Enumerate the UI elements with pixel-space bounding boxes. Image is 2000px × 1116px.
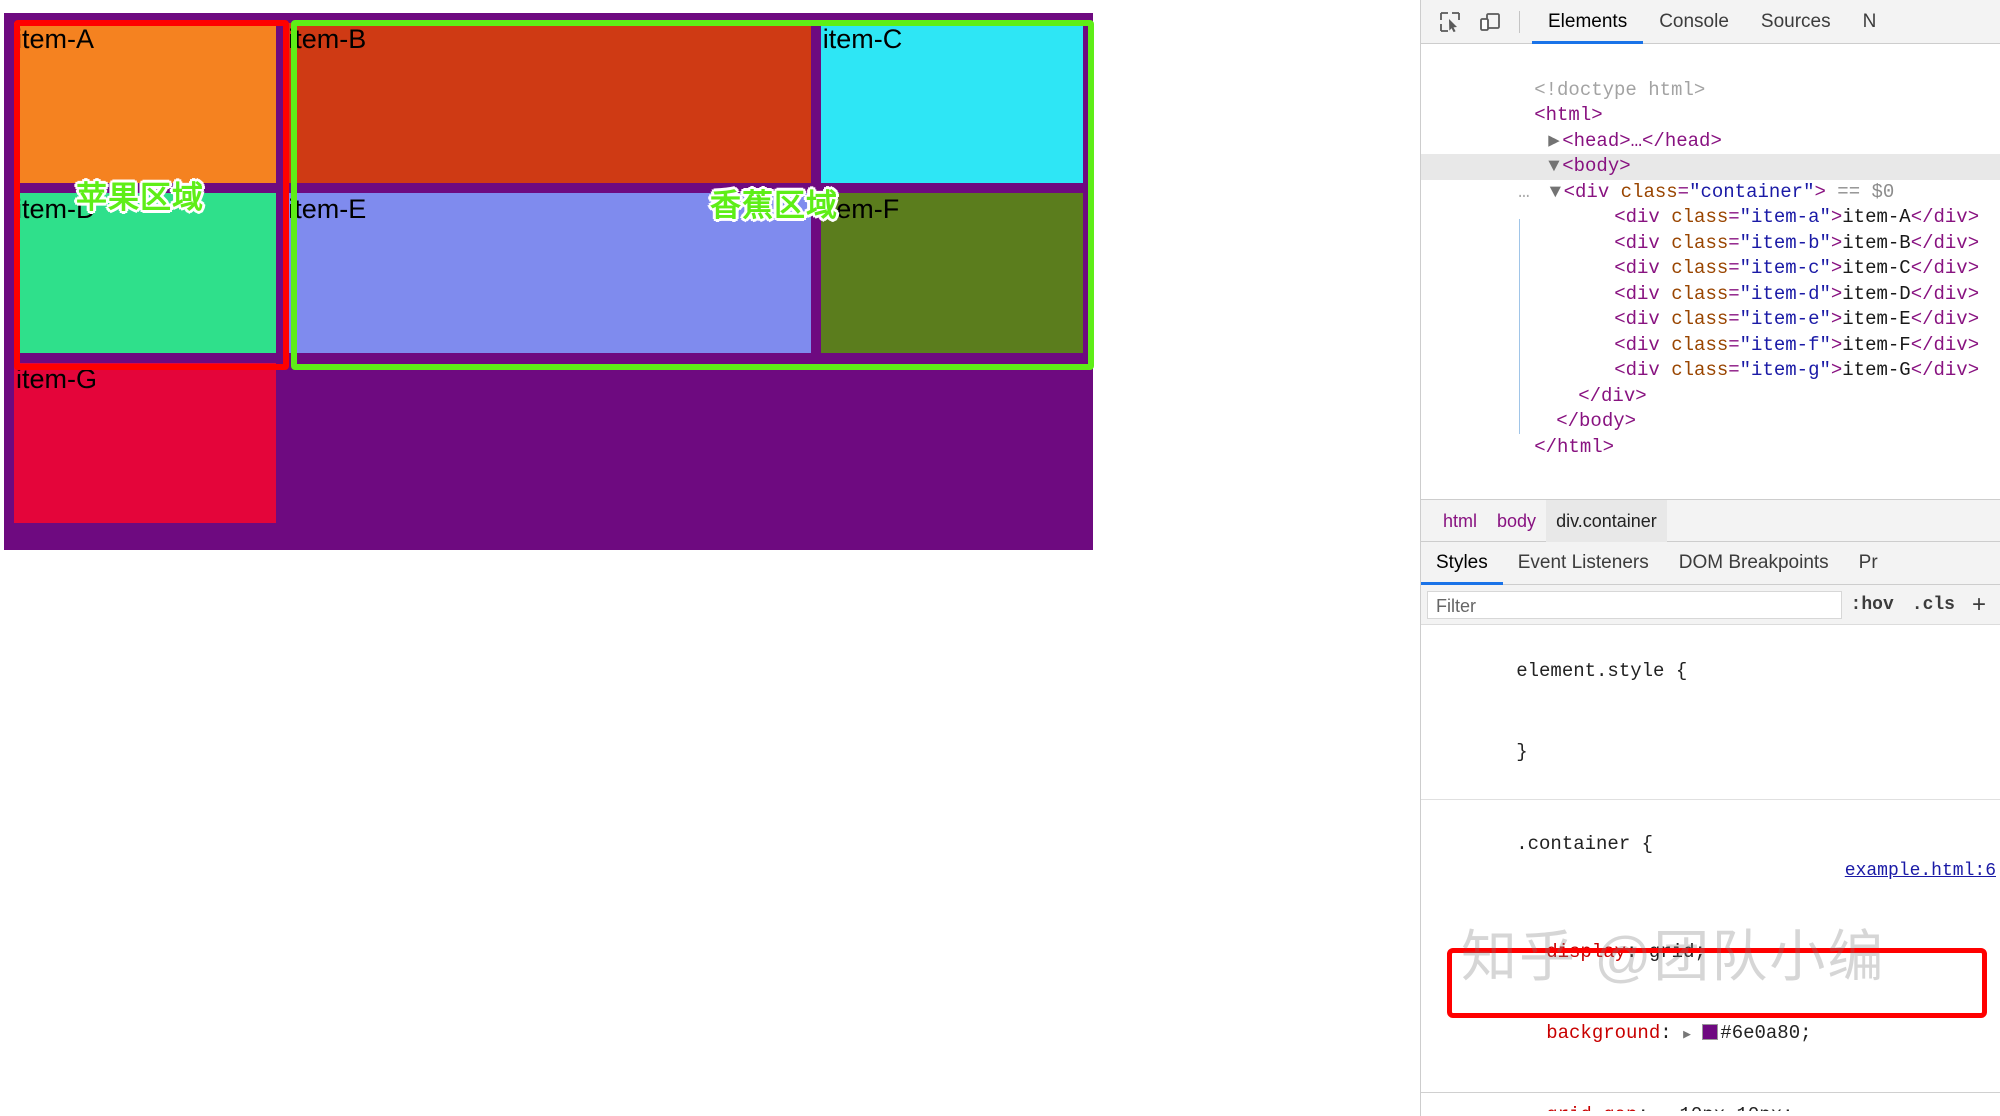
tab-console[interactable]: Console: [1643, 0, 1745, 44]
element-style-close: }: [1516, 741, 1528, 763]
decl-grid-gap[interactable]: grid-gap: ▶ 10px 10px;: [1421, 1075, 2000, 1111]
device-toolbar-icon[interactable]: [1473, 7, 1507, 37]
chevron-down-icon[interactable]: ▼: [1550, 180, 1564, 206]
styles-pane-bottom-divider: [1421, 1092, 2000, 1093]
breadcrumb-html[interactable]: html: [1433, 500, 1487, 542]
expand-triangle-icon[interactable]: ▶: [1660, 1109, 1668, 1111]
item-c-text: item-C: [1842, 257, 1911, 279]
container-close-tag: </div>: [1578, 384, 1647, 407]
breadcrumb-body[interactable]: body: [1487, 500, 1546, 542]
expand-triangle-icon[interactable]: ▶: [1683, 1027, 1691, 1042]
dom-overflow-ellipsis[interactable]: …: [1512, 181, 1529, 203]
devtools-toolbar: Elements Console Sources N: [1421, 0, 2000, 44]
grid-item-d[interactable]: item-D: [14, 193, 277, 353]
hov-toggle-button[interactable]: :hov: [1842, 595, 1903, 615]
styles-pane: element.style { } .container { example.h…: [1421, 625, 2000, 1111]
grid-item-f[interactable]: item-F: [820, 193, 1083, 353]
grid-item-b[interactable]: item-B: [286, 23, 811, 183]
style-source-link[interactable]: example.html:6: [1845, 858, 1996, 885]
item-a-text: item-A: [1842, 206, 1911, 228]
decl-background[interactable]: background: ▶ #6e0a80;: [1421, 993, 2000, 1075]
item-e-text: item-E: [1842, 308, 1911, 330]
body-open-tag: <body>: [1562, 155, 1631, 177]
container-selector: .container {: [1516, 833, 1654, 855]
cls-toggle-button[interactable]: .cls: [1903, 595, 1964, 615]
chevron-right-icon[interactable]: ▶: [1548, 129, 1562, 155]
grid-item-a[interactable]: item-A: [14, 23, 277, 183]
chevron-down-icon[interactable]: ▼: [1548, 154, 1562, 180]
subtab-properties-truncated[interactable]: Pr: [1844, 541, 1893, 585]
doctype-text: <!doctype html>: [1534, 78, 1706, 101]
grid-item-e[interactable]: item-E: [286, 193, 811, 353]
grid-item-g[interactable]: item-G: [14, 363, 277, 523]
dom-tree[interactable]: <!doctype html> <html> ▶ <head>…</head> ▼…: [1421, 44, 2000, 499]
item-f-text: item-F: [1842, 333, 1911, 356]
html-close-tag: </html>: [1534, 435, 1615, 458]
item-g-text: item-G: [1842, 359, 1911, 381]
element-style-selector[interactable]: element.style {: [1421, 631, 2000, 712]
item-d-text: item-D: [1842, 282, 1911, 305]
breadcrumb-div-container[interactable]: div.container: [1546, 499, 1667, 542]
devtools-panel: Elements Console Sources N <!doctype htm…: [1420, 0, 2000, 1116]
body-close-tag: </body>: [1556, 410, 1637, 432]
tab-elements[interactable]: Elements: [1532, 0, 1644, 44]
styles-pane-tabs: Styles Event Listeners DOM Breakpoints P…: [1421, 541, 2000, 585]
subtab-event-listeners[interactable]: Event Listeners: [1503, 541, 1664, 585]
styles-rule-divider: [1421, 799, 2000, 800]
new-style-rule-button[interactable]: +: [1964, 591, 1994, 619]
inspect-element-icon[interactable]: [1433, 7, 1467, 37]
screen-root: item-A item-B item-C item-D item-E item-…: [0, 0, 2000, 1116]
browser-viewport: item-A item-B item-C item-D item-E item-…: [0, 0, 1420, 1116]
toolbar-divider: [1519, 10, 1520, 33]
dom-line-doctype[interactable]: <!doctype html>: [1421, 52, 2000, 101]
html-open-tag: <html>: [1534, 104, 1603, 126]
subtab-dom-breakpoints[interactable]: DOM Breakpoints: [1664, 541, 1844, 585]
styles-filter-input[interactable]: Filter: [1427, 590, 1842, 619]
color-swatch[interactable]: [1702, 1024, 1719, 1040]
styles-filter-bar: Filter :hov .cls +: [1421, 585, 2000, 625]
subtab-styles[interactable]: Styles: [1421, 541, 1503, 585]
breadcrumb: html body div.container: [1421, 499, 2000, 542]
grid-item-c[interactable]: item-C: [820, 23, 1083, 183]
dom-tree-guide-line: [1519, 219, 1520, 434]
item-b-text: item-B: [1842, 231, 1911, 254]
head-tag: <head>…</head>: [1562, 129, 1722, 152]
container-rule-header[interactable]: .container { example.html:6: [1421, 804, 2000, 912]
grid-container: item-A item-B item-C item-D item-E item-…: [4, 13, 1093, 550]
tab-sources[interactable]: Sources: [1745, 0, 1847, 44]
tab-network-truncated[interactable]: N: [1847, 0, 1893, 44]
decl-display[interactable]: display: grid;: [1421, 912, 2000, 993]
